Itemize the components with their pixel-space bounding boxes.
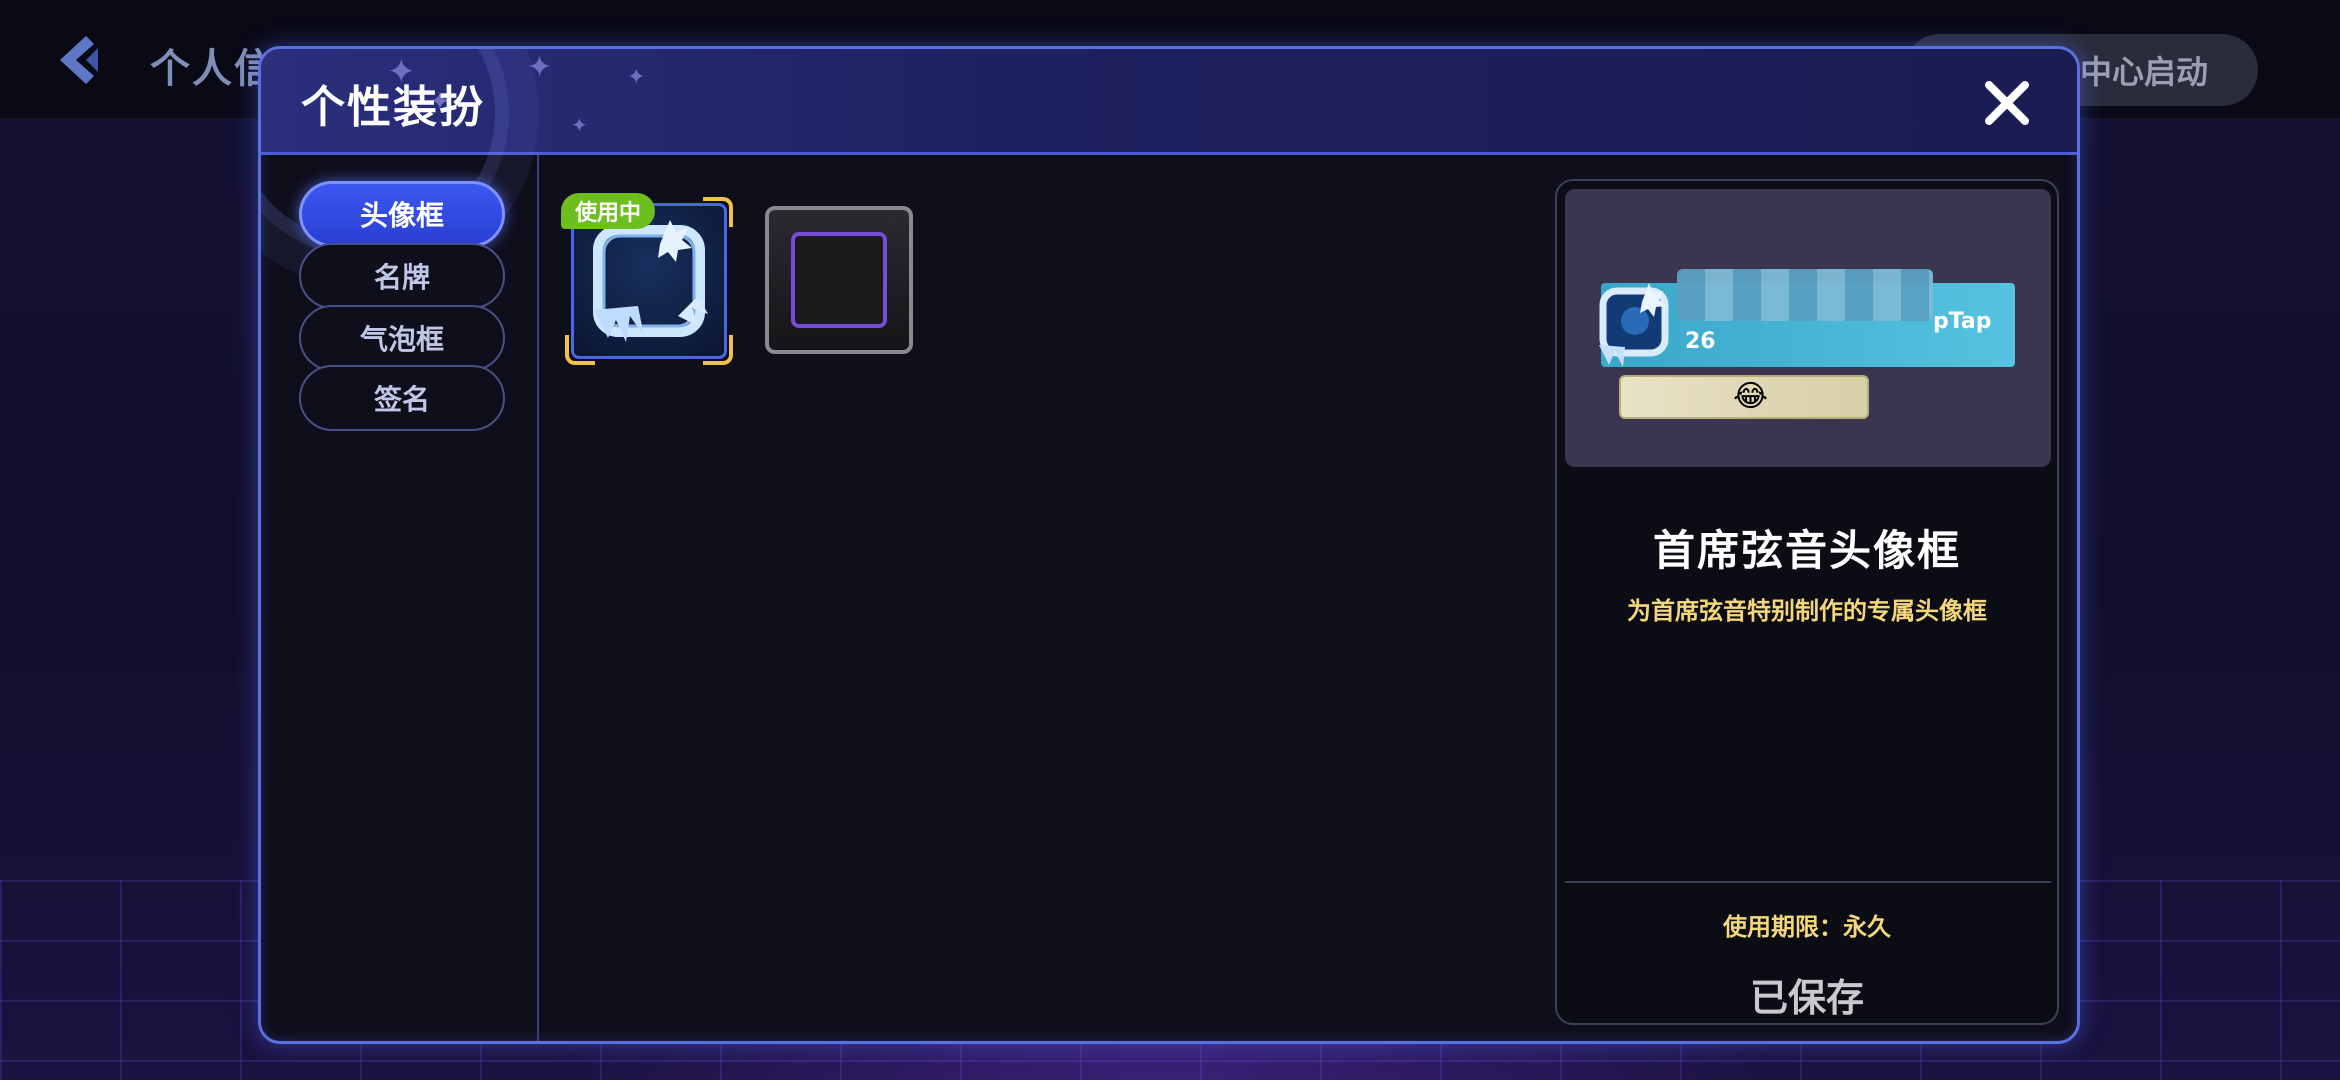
- selection-corner: [703, 335, 733, 365]
- laughing-emoji-icon: 😂: [1733, 379, 1769, 414]
- item-description: 为首席弦音特别制作的专属头像框: [1627, 597, 1987, 625]
- preview-image-area: 26 pTap 😂: [1565, 189, 2051, 467]
- sparkle-icon: ✦: [627, 65, 646, 90]
- default-frame-icon: [791, 232, 887, 328]
- sparkle-icon: ✦: [527, 50, 553, 85]
- selection-corner: [565, 335, 595, 365]
- avatar-frame-item-default[interactable]: [765, 206, 913, 354]
- divider: [1565, 881, 2051, 883]
- sparkle-icon: ✦: [571, 113, 588, 137]
- tab-nameplate[interactable]: 名牌: [299, 243, 505, 309]
- selection-corner: [703, 197, 733, 227]
- preview-blurred-username: [1677, 269, 1933, 321]
- dialog-title: 个性装扮: [301, 82, 485, 133]
- dialog-header: ✦ ✦ ✦ ✦ ✦ 个性装扮: [261, 49, 2077, 257]
- avatar-frame-item-ice[interactable]: 使用中: [561, 193, 733, 365]
- tab-signature[interactable]: 签名: [299, 365, 505, 431]
- item-name: 首席弦音头像框: [1652, 526, 1961, 575]
- category-sidebar: 头像框 名牌 气泡框 签名: [261, 155, 539, 1041]
- customization-dialog: ✦ ✦ ✦ ✦ ✦ 个性装扮 头像框 名牌 气泡框 签名 使用中 26 pTap…: [258, 46, 2080, 1044]
- tab-avatar-frame[interactable]: 头像框: [299, 181, 505, 247]
- close-icon[interactable]: [1979, 75, 2035, 131]
- back-arrow-icon[interactable]: [50, 30, 110, 90]
- usage-period: 使用期限：永久: [1723, 913, 1891, 941]
- preview-brand-text: pTap: [1933, 309, 1992, 334]
- saved-status-button[interactable]: 已保存: [1557, 967, 2057, 1022]
- preview-panel: 26 pTap 😂 首席弦音头像框 为首席弦音特别制作的专属头像框 使用期限：永…: [1555, 179, 2059, 1025]
- preview-avatar-frame-icon: [1599, 283, 1669, 367]
- in-use-badge: 使用中: [561, 193, 656, 229]
- preview-level-text: 26: [1685, 329, 1716, 354]
- tab-bubble-frame[interactable]: 气泡框: [299, 305, 505, 371]
